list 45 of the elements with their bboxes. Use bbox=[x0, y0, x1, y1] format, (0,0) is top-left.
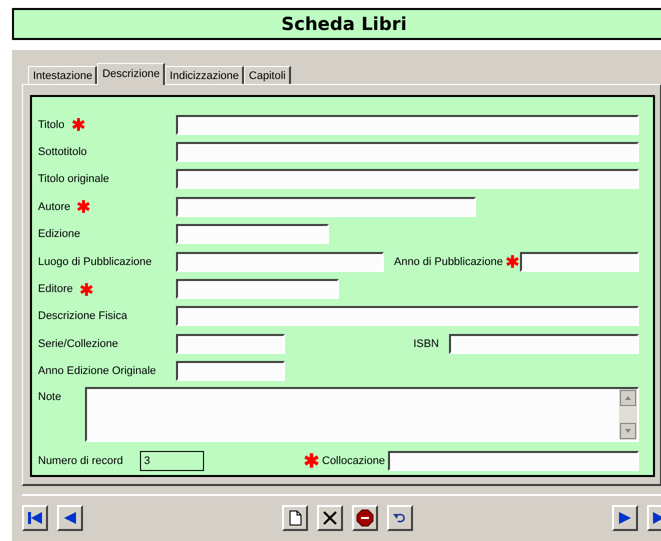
tab[interactable]: Capitoli bbox=[244, 66, 291, 84]
field-label: Titolo originale bbox=[38, 173, 110, 186]
text-field[interactable] bbox=[176, 142, 639, 162]
tab[interactable]: Indicizzazione bbox=[164, 66, 244, 84]
field-label: Descrizione Fisica bbox=[38, 310, 128, 322]
field-label: Note bbox=[38, 390, 62, 405]
text-field[interactable] bbox=[176, 279, 339, 300]
delete-button[interactable] bbox=[317, 505, 343, 531]
field-label: Collocazione bbox=[322, 454, 385, 467]
text-field[interactable] bbox=[388, 450, 639, 471]
field-label: Luogo di Pubblicazione bbox=[38, 256, 152, 268]
scroll-down-icon[interactable] bbox=[620, 422, 636, 439]
undo-button[interactable] bbox=[387, 505, 413, 531]
field-label: Titolo bbox=[38, 118, 64, 131]
field-label: Edizione bbox=[38, 228, 80, 240]
text-field[interactable] bbox=[176, 169, 639, 190]
scrollbar[interactable] bbox=[619, 388, 637, 440]
scroll-up-icon[interactable] bbox=[620, 390, 636, 406]
text-field[interactable] bbox=[176, 306, 639, 326]
text-field[interactable] bbox=[176, 334, 285, 354]
form-title: Scheda Libri bbox=[281, 14, 407, 34]
stop-button[interactable] bbox=[352, 505, 378, 531]
tab[interactable]: Descrizione bbox=[97, 63, 165, 85]
text-field[interactable] bbox=[176, 252, 384, 272]
notes-field[interactable] bbox=[85, 386, 639, 442]
new-record-button[interactable] bbox=[282, 505, 308, 531]
field-label: ISBN bbox=[413, 338, 439, 350]
text-field[interactable] bbox=[176, 196, 476, 217]
text-field[interactable] bbox=[176, 361, 285, 382]
text-field[interactable] bbox=[176, 224, 329, 244]
previous-record-button[interactable] bbox=[57, 505, 83, 531]
text-field[interactable] bbox=[449, 334, 639, 354]
field-label: Anno di Pubblicazione bbox=[394, 256, 503, 268]
field-label: Sottotitolo bbox=[38, 146, 87, 158]
text-field[interactable] bbox=[176, 114, 639, 135]
field-label: Autore bbox=[38, 200, 70, 213]
next-record-button[interactable] bbox=[612, 505, 638, 531]
field-label: Numero di record bbox=[38, 454, 124, 467]
field-label: Anno Edizione Originale bbox=[38, 365, 156, 378]
first-record-button[interactable] bbox=[22, 505, 48, 531]
stop-sign-icon bbox=[355, 508, 375, 528]
record-number-field[interactable]: 3 bbox=[140, 450, 204, 471]
text-field[interactable] bbox=[520, 252, 639, 272]
field-label: Editore bbox=[38, 283, 73, 296]
field-label: Serie/Collezione bbox=[38, 338, 118, 350]
